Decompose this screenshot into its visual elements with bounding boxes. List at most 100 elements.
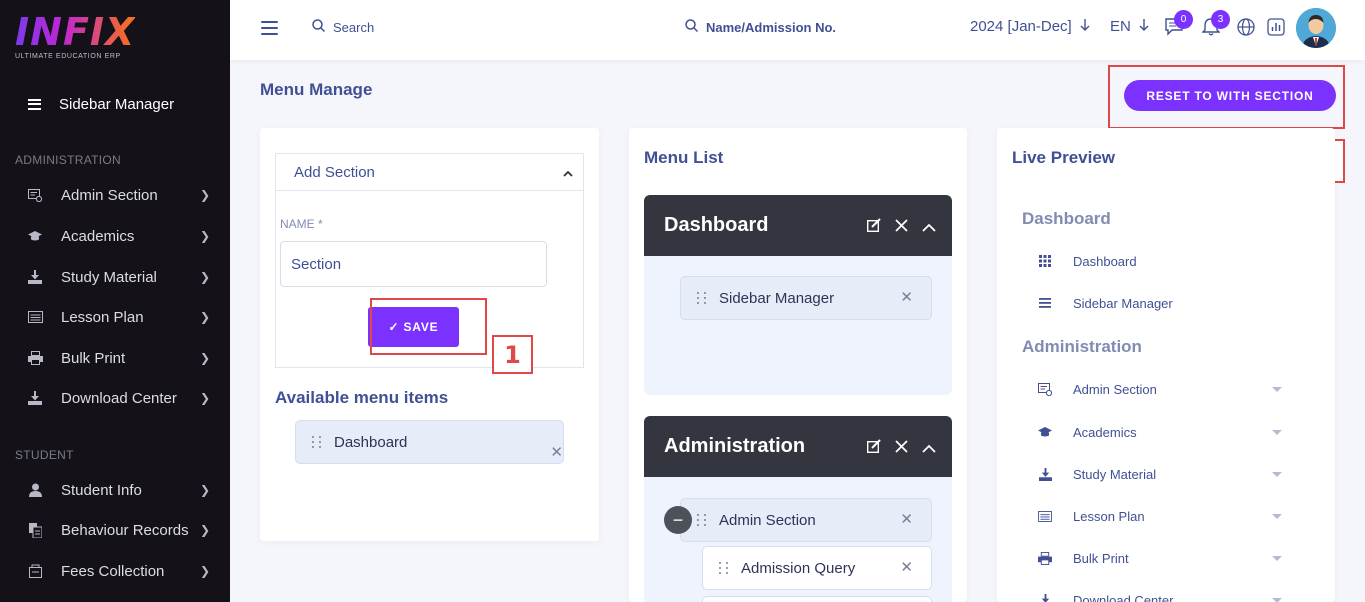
available-menu-item[interactable]: Dashboard ✕ [295,420,564,464]
edit-icon[interactable] [866,436,881,459]
preview-item-dashboard[interactable]: Dashboard [1037,251,1287,271]
close-icon[interactable] [895,215,908,238]
preview-item-sidebar-manager[interactable]: Sidebar Manager [1037,293,1287,313]
live-preview-title: Live Preview [1012,148,1116,167]
chevron-up-icon [563,164,573,181]
menu-icon [28,98,41,110]
language-select[interactable]: EN [1110,18,1149,35]
sidebar-item-admin-section[interactable]: Admin Section ❯ [0,183,230,207]
search-icon [685,19,699,35]
drag-handle-icon[interactable] [697,514,707,526]
chevron-up-icon[interactable] [922,436,936,459]
chevron-right-icon: ❯ [199,270,210,284]
avatar[interactable] [1296,8,1336,48]
collapse-minus-icon[interactable]: − [664,506,692,534]
available-menu-item-label: Dashboard [334,433,408,451]
session-value: 2024 [Jan-Dec] [970,18,1072,35]
remove-icon[interactable]: ✕ [900,558,913,576]
session-select[interactable]: 2024 [Jan-Dec] [970,18,1090,35]
name-label: NAME * [280,217,323,231]
preview-item-academics[interactable]: Academics [1037,422,1287,442]
chevron-up-icon[interactable] [922,215,936,238]
hamburger-menu-icon[interactable] [261,21,278,35]
menu-section-administration[interactable]: Administration [644,416,952,477]
chevron-right-icon: ❯ [199,564,210,578]
chevron-right-icon: ❯ [199,483,210,497]
messages-badge: 0 [1174,10,1193,29]
preview-item-label: Lesson Plan [1073,508,1145,524]
arrow-down-icon [1080,18,1090,35]
preview-item-study-material[interactable]: Study Material [1037,464,1287,484]
preview-item-admin-section[interactable]: Admin Section [1037,379,1287,399]
reports-button[interactable] [1265,17,1287,41]
language-value: EN [1110,18,1131,35]
student-search-input[interactable]: Name/Admission No. [685,19,836,35]
sidebar-item-label: Lesson Plan [61,308,144,326]
notifications-badge: 3 [1211,10,1230,29]
remove-icon[interactable]: ✕ [550,443,563,461]
printer-icon [27,350,43,366]
preview-item-label: Dashboard [1073,253,1137,269]
chevron-right-icon: ❯ [199,351,210,365]
sidebar-item-label: Student Info [61,481,142,499]
sidebar-item-bulk-print[interactable]: Bulk Print ❯ [0,346,230,370]
printer-icon [1037,551,1053,565]
menu-section-title: Dashboard [664,214,769,236]
sidebar-header-label: Sidebar Manager [59,95,175,113]
sidebar-item-student-info[interactable]: Student Info ❯ [0,478,230,502]
student-search-placeholder: Name/Admission No. [706,19,837,35]
search-input[interactable]: Search [312,19,374,35]
sidebar-item-download-center[interactable]: Download Center ❯ [0,386,230,410]
sidebar-item-fees-collection[interactable]: Fees Collection ❯ [0,559,230,583]
messages-button[interactable]: 0 [1163,10,1193,40]
menu-list-title: Menu List [644,148,724,167]
sidebar-item-label: Study Material [61,268,157,286]
remove-icon[interactable]: ✕ [900,288,913,306]
graduation-cap-icon [1037,426,1053,438]
preview-item-bulk-print[interactable]: Bulk Print [1037,548,1287,568]
website-button[interactable] [1235,17,1257,40]
drag-handle-icon[interactable] [312,436,322,448]
menu-section-dashboard[interactable]: Dashboard [644,195,952,256]
chevron-right-icon: ❯ [199,229,210,243]
fees-icon [27,563,43,579]
preview-item-lesson-plan[interactable]: Lesson Plan [1037,506,1287,526]
menu-item[interactable]: Sidebar Manager ✕ [680,276,932,320]
sidebar-item-label: Admin Section [61,186,158,204]
menu-subitem[interactable] [702,596,932,602]
menu-item-label: Admin Section [719,511,816,529]
edit-icon[interactable] [866,215,881,238]
drag-handle-icon[interactable] [719,562,729,574]
sidebar-header[interactable]: Sidebar Manager [28,94,174,114]
preview-item-download-center[interactable]: Download Center [1037,590,1287,602]
sidebar-item-behaviour-records[interactable]: Behaviour Records ❯ [0,518,230,542]
preview-item-label: Sidebar Manager [1073,295,1173,311]
menu-subitem[interactable]: Admission Query ✕ [702,546,932,590]
caret-down-icon [1272,597,1282,602]
menu-item[interactable]: Admin Section ✕ [680,498,932,542]
section-actions [866,436,936,459]
sidebar-item-study-material[interactable]: Study Material ❯ [0,265,230,289]
section-name-field[interactable] [280,241,547,287]
notifications-button[interactable]: 3 [1200,10,1230,40]
preview-item-label: Study Material [1073,466,1157,482]
search-placeholder: Search [333,19,375,35]
sidebar-item-label: Fees Collection [61,562,165,580]
step-marker-1: 1 [492,335,533,374]
close-icon[interactable] [895,436,908,459]
sidebar-item-academics[interactable]: Academics ❯ [0,224,230,248]
sidebar-item-label: Download Center [61,389,177,407]
highlight-box [1108,65,1345,129]
logo[interactable]: INFIX ULTIMATE EDUCATION ERP [15,12,135,60]
lesson-plan-icon [27,309,43,325]
sidebar: INFIX ULTIMATE EDUCATION ERP Sidebar Man… [0,0,230,602]
download-icon [27,269,43,285]
sidebar-item-lesson-plan[interactable]: Lesson Plan ❯ [0,305,230,329]
add-section-toggle[interactable]: Add Section [276,154,583,191]
chevron-right-icon: ❯ [199,391,210,405]
drag-handle-icon[interactable] [697,292,707,304]
chart-icon [1267,17,1285,41]
preview-item-label: Admin Section [1073,381,1157,397]
remove-icon[interactable]: ✕ [900,510,913,528]
page-title: Menu Manage [260,80,373,99]
